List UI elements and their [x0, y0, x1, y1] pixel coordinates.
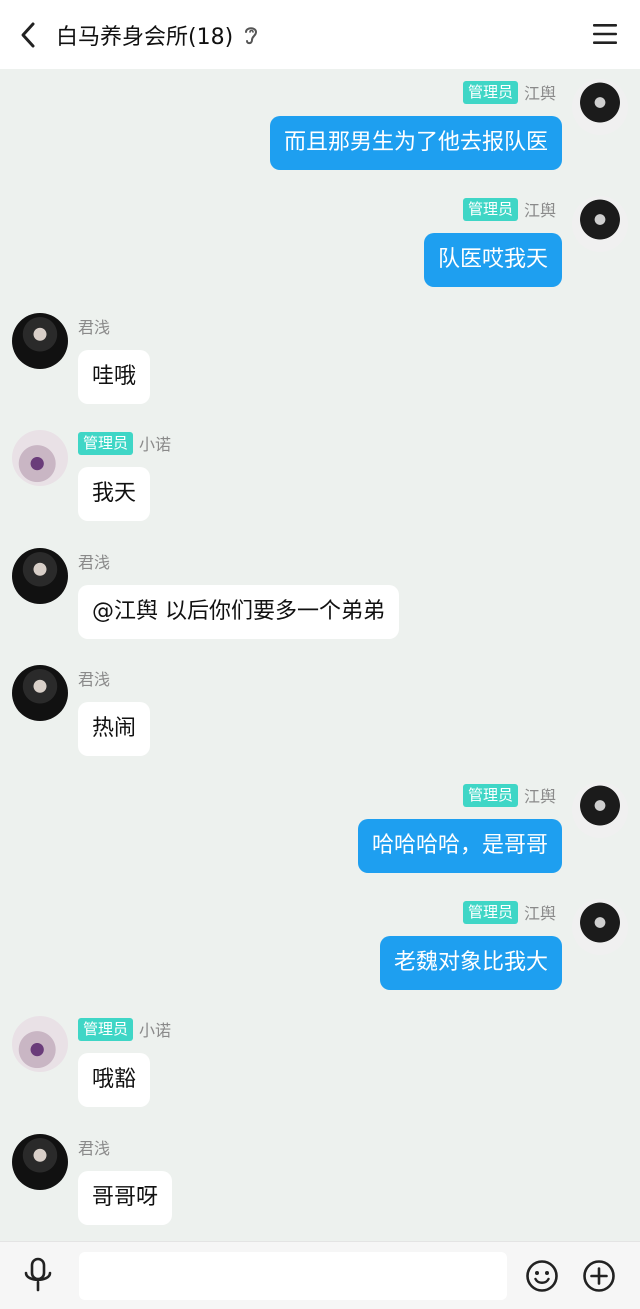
sender-meta: 管理员 江舆	[462, 197, 556, 221]
message-bubble[interactable]: 哇哦	[78, 350, 151, 404]
message-bubble[interactable]: 哦豁	[78, 1053, 151, 1107]
plus-circle-icon[interactable]	[582, 1259, 616, 1293]
message-bubble[interactable]: 队医哎我天	[423, 233, 562, 287]
title-wrap: 白马养身会所(18)	[56, 19, 261, 51]
avatar[interactable]	[12, 1134, 68, 1190]
message-bubble[interactable]: 哥哥呀	[78, 1171, 173, 1225]
sender-name: 江舆	[523, 84, 556, 103]
message-bubble[interactable]: 我天	[78, 467, 151, 521]
sender-name: 君浅	[78, 1139, 111, 1158]
message-bubble[interactable]: 老魏对象比我大	[379, 936, 562, 990]
avatar[interactable]	[572, 196, 628, 252]
chevron-left-icon	[21, 22, 35, 47]
avatar[interactable]	[572, 79, 628, 135]
chat-title: 白马养身会所(18)	[56, 24, 234, 50]
smiley-icon[interactable]	[525, 1259, 559, 1293]
ear-icon	[245, 26, 258, 44]
sender-name: 小诺	[139, 435, 172, 454]
avatar[interactable]	[572, 899, 628, 955]
sender-meta: 君浅	[78, 666, 110, 690]
avatar[interactable]	[12, 665, 68, 721]
admin-badge: 管理员	[78, 1017, 134, 1041]
message-bubble[interactable]: @江舆 以后你们要多一个弟弟	[78, 585, 399, 639]
avatar[interactable]	[12, 430, 68, 486]
sender-meta: 管理员 江舆	[462, 783, 556, 807]
menu-button[interactable]	[592, 20, 618, 48]
admin-badge: 管理员	[462, 783, 518, 807]
message-bubble[interactable]: 热闹	[78, 702, 151, 756]
microphone-icon[interactable]	[20, 1256, 56, 1294]
sender-name: 君浅	[78, 318, 111, 337]
admin-badge: 管理员	[462, 80, 518, 104]
message-bubble[interactable]: 哈哈哈哈，是哥哥	[357, 819, 562, 873]
sender-meta: 管理员 小诺	[78, 431, 171, 455]
sender-meta: 管理员 江舆	[462, 900, 556, 924]
sender-meta: 君浅	[78, 1135, 110, 1159]
sender-meta: 君浅	[78, 314, 110, 338]
avatar[interactable]	[12, 313, 68, 369]
sender-name: 君浅	[78, 670, 111, 689]
message-bubble[interactable]: 而且那男生为了他去报队医	[269, 116, 562, 170]
sender-meta: 管理员 江舆	[462, 80, 556, 104]
message-list[interactable]: 管理员 江舆 而且那男生为了他去报队医 管理员 江舆 队医哎我天 君浅 哇哦 管…	[0, 69, 640, 1241]
sender-meta: 管理员 小诺	[78, 1017, 171, 1041]
sender-name: 君浅	[78, 553, 111, 572]
sender-meta: 君浅	[78, 549, 110, 573]
sender-name: 江舆	[523, 201, 556, 220]
admin-badge: 管理员	[462, 900, 518, 924]
avatar[interactable]	[12, 1016, 68, 1072]
admin-badge: 管理员	[78, 431, 134, 455]
back-button[interactable]	[0, 0, 56, 69]
sender-name: 小诺	[139, 1021, 172, 1040]
chat-header: 白马养身会所(18)	[0, 0, 640, 69]
sender-name: 江舆	[523, 787, 556, 806]
message-input[interactable]	[79, 1252, 507, 1300]
sender-name: 江舆	[523, 904, 556, 923]
admin-badge: 管理员	[462, 197, 518, 221]
avatar[interactable]	[12, 548, 68, 604]
input-bar	[0, 1241, 640, 1309]
avatar[interactable]	[572, 782, 628, 838]
